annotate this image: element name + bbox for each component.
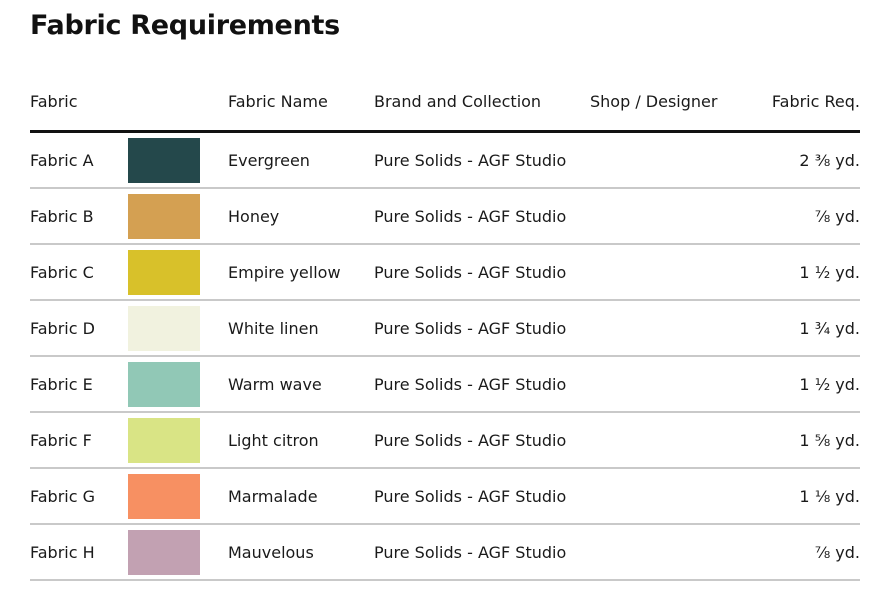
fabric-label: Fabric E [30,356,114,413]
brand-collection: Pure Solids - AGF Studio [374,356,590,413]
swatch-cell [114,468,228,525]
header-shop-designer: Shop / Designer [590,72,748,133]
brand-collection: Pure Solids - AGF Studio [374,188,590,245]
brand-collection: Pure Solids - AGF Studio [374,468,590,525]
fabric-name: Evergreen [228,131,374,189]
table-row: Fabric A Evergreen Pure Solids - AGF Studi… [30,131,860,189]
shop-designer [590,188,748,245]
color-swatch [128,361,200,407]
fabric-name: White linen [228,300,374,357]
header-fabric-name: Fabric Name [228,72,374,133]
brand-collection: Pure Solids - AGF Studio [374,300,590,357]
header-row: Fabric Fabric Name Brand and Collection … [30,72,860,133]
fabric-req: 1 ½ yd. [748,356,860,413]
header-brand-collection: Brand and Collection [374,72,590,133]
swatch-cell [114,356,228,413]
swatch-cell [114,244,228,301]
fabric-req: ⅞ yd. [748,188,860,245]
brand-collection: Pure Solids - AGF Studio [374,412,590,469]
table-row: Fabric F Light citron Pure Solids - AGF St… [30,412,860,469]
table-row: Fabric D White linen Pure Solids - AGF Stu… [30,300,860,357]
swatch-cell [114,188,228,245]
table-row: Fabric G Marmalade Pure Solids - AGF Studi… [30,468,860,525]
header-fabric: Fabric [30,72,114,133]
fabric-name: Mauvelous [228,524,374,581]
color-swatch [128,249,200,295]
fabric-name: Empire yellow [228,244,374,301]
color-swatch [128,305,200,351]
table-row: Fabric C Empire yellow Pure Solids - AGF S… [30,244,860,301]
swatch-cell [114,131,228,189]
table-row: Fabric B Honey Pure Solids - AGF Studio ⅞ y… [30,188,860,245]
fabric-label: Fabric F [30,412,114,469]
shop-designer [590,300,748,357]
shop-designer [590,356,748,413]
swatch-cell [114,524,228,581]
fabric-label: Fabric A [30,131,114,189]
table-header: Fabric Fabric Name Brand and Collection … [30,72,860,133]
page-title: Fabric Requirements [30,10,340,41]
table-row: Fabric H Mauvelous Pure Solids - AGF Studi… [30,524,860,581]
color-swatch [128,473,200,519]
fabric-requirements-table: Fabric Fabric Name Brand and Collection … [30,72,860,581]
color-swatch [128,529,200,575]
fabric-req: 2 ⅜ yd. [748,131,860,189]
fabric-label: Fabric C [30,244,114,301]
fabric-req: 1 ⅝ yd. [748,412,860,469]
table-body: Fabric A Evergreen Pure Solids - AGF Studi… [30,131,860,581]
fabric-req: 1 ⅛ yd. [748,468,860,525]
fabric-label: Fabric H [30,524,114,581]
brand-collection: Pure Solids - AGF Studio [374,524,590,581]
shop-designer [590,468,748,525]
fabric-name: Marmalade [228,468,374,525]
fabric-name: Honey [228,188,374,245]
header-swatch [114,72,228,133]
fabric-label: Fabric B [30,188,114,245]
swatch-cell [114,300,228,357]
header-fabric-req: Fabric Req. [748,72,860,133]
fabric-label: Fabric G [30,468,114,525]
fabric-req: ⅞ yd. [748,524,860,581]
fabric-req: 1 ½ yd. [748,244,860,301]
color-swatch [128,193,200,239]
shop-designer [590,131,748,189]
fabric-label: Fabric D [30,300,114,357]
shop-designer [590,412,748,469]
swatch-cell [114,412,228,469]
color-swatch [128,137,200,183]
fabric-name: Light citron [228,412,374,469]
brand-collection: Pure Solids - AGF Studio [374,131,590,189]
shop-designer [590,244,748,301]
fabric-name: Warm wave [228,356,374,413]
brand-collection: Pure Solids - AGF Studio [374,244,590,301]
shop-designer [590,524,748,581]
color-swatch [128,417,200,463]
fabric-req: 1 ¾ yd. [748,300,860,357]
table-row: Fabric E Warm wave Pure Solids - AGF Studi… [30,356,860,413]
